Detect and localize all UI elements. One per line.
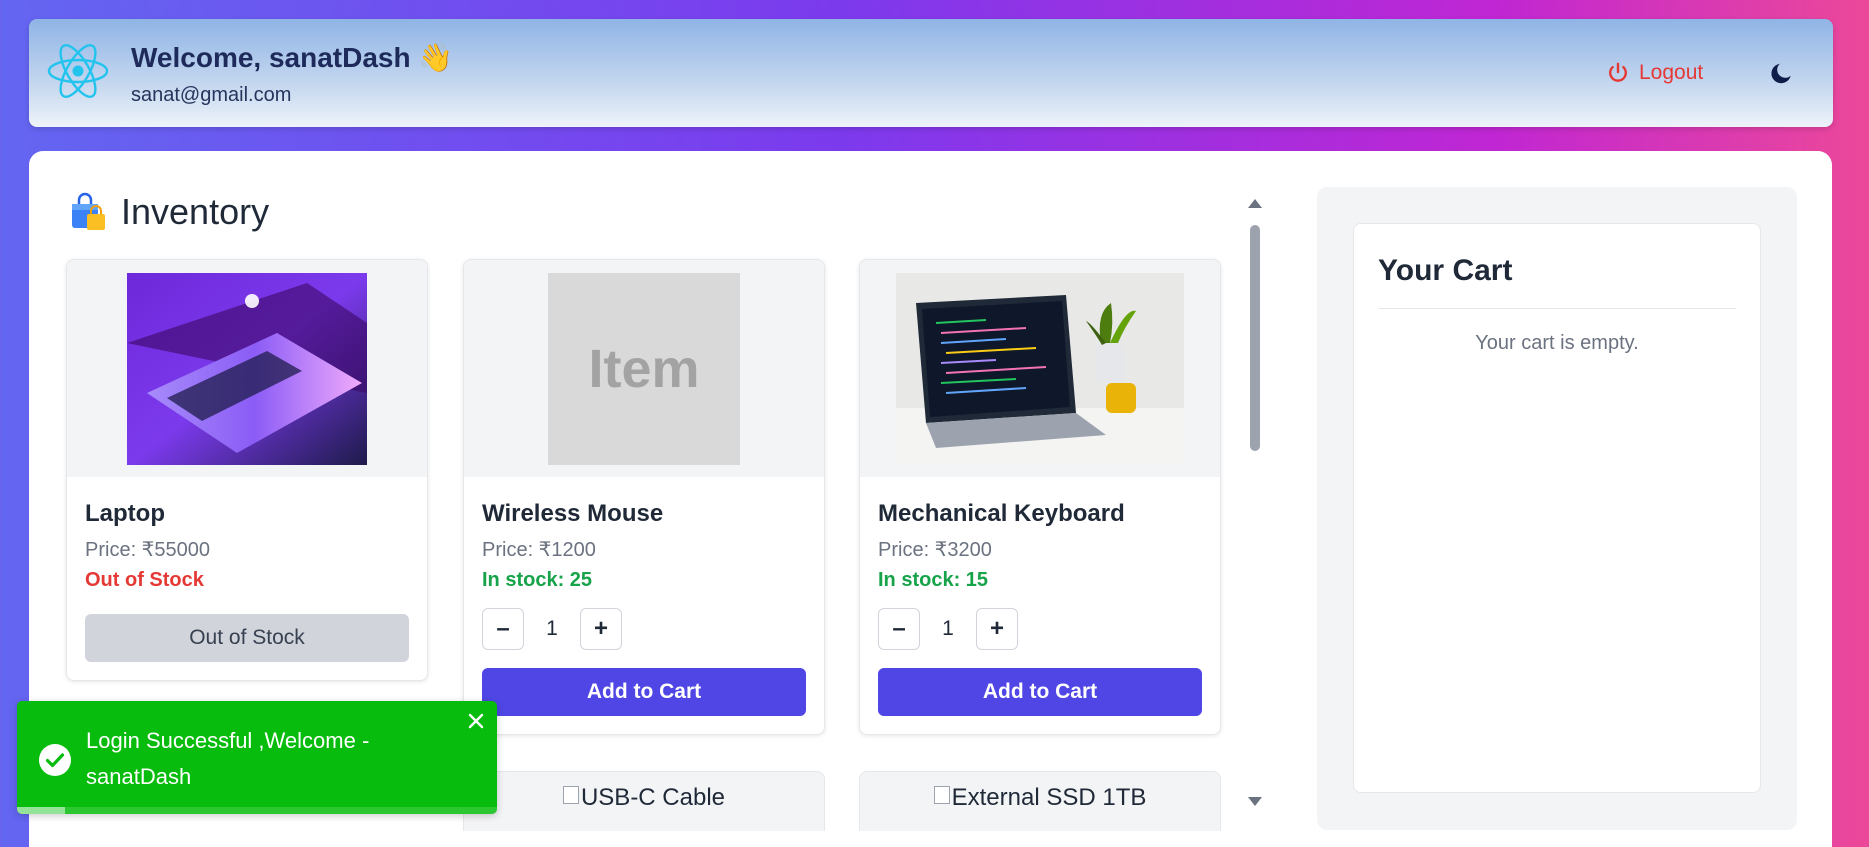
- moon-icon[interactable]: [1769, 60, 1795, 86]
- product-price: Price: ₹55000: [85, 539, 211, 561]
- out-of-stock-button[interactable]: Out of Stock: [85, 614, 409, 662]
- logout-button[interactable]: Logout: [1607, 61, 1703, 85]
- add-to-cart-button[interactable]: Add to Cart: [878, 668, 1202, 716]
- toast-message: Login Successful ,Welcome - sanatDash: [86, 728, 370, 789]
- image-alt-text: External SSD 1TB: [951, 784, 1147, 811]
- quantity-value: 1: [546, 617, 558, 640]
- react-logo-icon: [47, 44, 109, 98]
- toast-progress-track: [17, 807, 497, 814]
- product-card: Laptop Price: ₹55000 Out of Stock Out of…: [66, 259, 428, 681]
- placeholder-text: Item: [588, 338, 700, 399]
- placeholder-image: Item: [548, 272, 740, 465]
- stock-status: Out of Stock: [85, 569, 204, 591]
- inventory-heading: Inventory: [69, 191, 269, 233]
- broken-image-icon: [933, 786, 950, 804]
- stock-status: In stock: 25: [482, 569, 593, 591]
- product-image-container: Item: [464, 260, 824, 477]
- shopping-bag-icon: [72, 192, 105, 230]
- decrement-button[interactable]: –: [482, 608, 524, 650]
- product-card: External SSD 1TB: [859, 771, 1221, 831]
- product-price: Price: ₹1200: [482, 539, 596, 561]
- inventory-scrollbar[interactable]: [1245, 191, 1265, 813]
- product-name: Mechanical Keyboard: [878, 500, 1125, 527]
- cart-panel: Your Cart Your cart is empty.: [1317, 187, 1797, 830]
- broken-image-icon: [562, 786, 579, 804]
- product-image-container: [860, 260, 1220, 477]
- decrement-button[interactable]: –: [878, 608, 920, 650]
- product-price: Price: ₹3200: [878, 539, 992, 561]
- inventory-title: Inventory: [121, 191, 270, 232]
- scroll-down-arrow-icon[interactable]: [1248, 797, 1262, 806]
- product-card: Mechanical Keyboard Price: ₹3200 In stoc…: [859, 259, 1221, 735]
- quantity-stepper: – 1 +: [482, 608, 622, 650]
- stock-status: In stock: 15: [878, 569, 989, 591]
- increment-button[interactable]: +: [976, 608, 1018, 650]
- product-card: Item Wireless Mouse Price: ₹1200 In stoc…: [463, 259, 825, 735]
- cart-title: Your Cart: [1378, 254, 1513, 287]
- check-circle-icon: [39, 744, 71, 776]
- product-name: Laptop: [85, 500, 165, 527]
- scroll-up-arrow-icon[interactable]: [1248, 199, 1262, 208]
- user-email: sanat@gmail.com: [131, 84, 292, 106]
- cart-empty-message: Your cart is empty.: [1475, 332, 1639, 354]
- close-icon[interactable]: [466, 711, 486, 731]
- broken-image: USB-C Cable: [464, 784, 824, 812]
- login-toast[interactable]: Login Successful ,Welcome - sanatDash: [17, 701, 497, 814]
- image-alt-text: USB-C Cable: [580, 784, 726, 811]
- product-image-container: [67, 260, 427, 477]
- quantity-value: 1: [942, 617, 954, 640]
- logout-label: Logout: [1639, 61, 1704, 84]
- increment-button[interactable]: +: [580, 608, 622, 650]
- product-card: USB-C Cable: [463, 771, 825, 831]
- product-name: Wireless Mouse: [482, 500, 664, 527]
- scroll-thumb[interactable]: [1250, 225, 1260, 451]
- power-icon: [1609, 62, 1627, 82]
- add-to-cart-button[interactable]: Add to Cart: [482, 668, 806, 716]
- keyboard-laptop-image: [896, 272, 1184, 465]
- broken-image: External SSD 1TB: [860, 784, 1220, 812]
- cart-divider: [1378, 308, 1736, 309]
- toast-progress-bar: [17, 807, 65, 814]
- quantity-stepper: – 1 +: [878, 608, 1018, 650]
- cart-card: Your Cart Your cart is empty.: [1353, 223, 1761, 793]
- app-header: Welcome, sanatDash 👋 sanat@gmail.com Log…: [29, 19, 1833, 127]
- laptop-image: [127, 272, 367, 465]
- welcome-heading: Welcome, sanatDash 👋: [131, 42, 454, 73]
